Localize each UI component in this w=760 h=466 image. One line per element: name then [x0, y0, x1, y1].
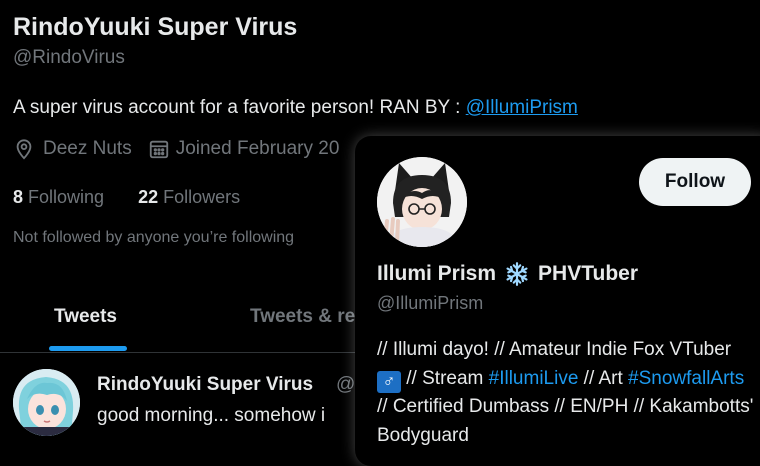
profile-name: RindoYuuki Super Virus	[13, 13, 298, 41]
tab-tweets-replies[interactable]: Tweets & re	[250, 306, 355, 328]
profile-meta: Deez Nuts Joined February 20	[13, 138, 339, 160]
hover-card-name: Illumi Prism	[377, 262, 497, 285]
hashtag-snowfallarts[interactable]: #SnowfallArts	[628, 368, 744, 389]
tweet-avatar[interactable]	[13, 369, 80, 436]
bio-part-1: // Illumi dayo! // Amateur Indie Fox VTu…	[377, 339, 732, 360]
hover-card-handle: @IllumiPrism	[377, 293, 484, 313]
profile-bio: A super virus account for a favorite per…	[13, 97, 578, 119]
tab-tweets[interactable]: Tweets	[54, 306, 117, 328]
male-sign-icon: ♂	[377, 370, 401, 393]
snowflake-icon	[504, 261, 530, 287]
bio-part-3: // Art	[578, 367, 629, 389]
bio-part-4: // Certified Dumbass // EN/PH // Kakambo…	[377, 396, 754, 446]
profile-location: Deez Nuts	[43, 138, 132, 159]
profile-handle: @RindoVirus	[13, 47, 125, 68]
active-tab-indicator	[49, 346, 127, 351]
tweet-text: good morning... somehow i	[97, 405, 326, 426]
follow-button[interactable]: Follow	[639, 158, 751, 206]
followers-link[interactable]: 22 Followers	[138, 187, 240, 207]
hover-card-avatar[interactable]	[377, 157, 467, 247]
user-hover-card: Follow Illumi Prism PHVTuber @IllumiPris…	[355, 136, 760, 466]
profile-joined: Joined February 20	[175, 138, 340, 159]
bio-part-2: // Stream	[401, 367, 489, 389]
hover-card-bio: // Illumi dayo! // Amateur Indie Fox VTu…	[377, 336, 757, 450]
hashtag-illumilive[interactable]: #IllumiLive	[489, 368, 579, 389]
hover-card-name-row[interactable]: Illumi Prism PHVTuber	[377, 261, 638, 287]
following-count: 8	[13, 187, 24, 207]
bio-mention-link[interactable]: @IllumiPrism	[466, 97, 578, 118]
hover-card-name-suffix: PHVTuber	[538, 262, 639, 285]
profile-bio-text: A super virus account for a favorite per…	[13, 97, 466, 118]
tweet-author-handle[interactable]: @	[336, 374, 355, 396]
not-followed-text: Not followed by anyone you’re following	[13, 229, 295, 246]
tweet-author-name[interactable]: RindoYuuki Super Virus	[97, 374, 313, 396]
follow-stats: 8 Following 22 Followers	[13, 187, 240, 208]
following-link[interactable]: 8 Following	[13, 187, 109, 207]
calendar-icon	[148, 138, 170, 160]
following-label: Following	[28, 187, 105, 207]
followers-label: Followers	[163, 187, 241, 207]
location-icon	[13, 138, 35, 160]
followers-count: 22	[138, 187, 159, 207]
